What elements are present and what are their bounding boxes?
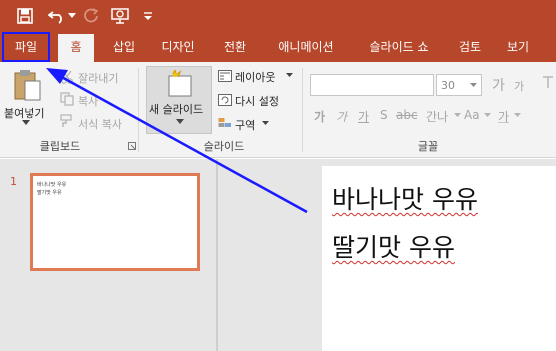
font-size-dropdown-icon[interactable]	[470, 83, 477, 88]
slide-canvas[interactable]: 바나나맛 우유 딸기맛 우유	[322, 166, 556, 351]
paste-dropdown-icon[interactable]	[22, 120, 30, 126]
save-icon[interactable]	[14, 5, 36, 27]
group-divider	[302, 68, 303, 152]
font-size-combobox[interactable]: 30	[436, 74, 482, 96]
ribbon-tabs: 파일 홈 삽입 디자인 전환 애니메이션 슬라이드 쇼 검토 보기	[0, 32, 556, 62]
undo-icon[interactable]	[46, 5, 68, 27]
paste-button[interactable]: 붙여넣기	[4, 105, 44, 121]
file-tab-highlight-box	[2, 32, 50, 62]
thumbnail-text-line: 바나나맛 우유	[37, 182, 67, 188]
paste-icon[interactable]	[10, 68, 50, 102]
font-color-button[interactable]: 가	[498, 108, 509, 125]
thumbnail-text-line: 딸기맛 우유	[37, 190, 62, 196]
reset-button[interactable]: 다시 설정	[235, 93, 279, 109]
layout-button[interactable]: 레이아웃	[235, 69, 275, 85]
tab-view[interactable]: 보기	[498, 32, 538, 62]
cut-icon	[60, 70, 74, 84]
tab-home[interactable]: 홈	[58, 34, 94, 62]
char-spacing-button[interactable]: 간나	[426, 108, 448, 125]
italic-button[interactable]: 가	[336, 108, 347, 125]
font-name-combobox[interactable]	[310, 74, 434, 96]
slide-text-line-1[interactable]: 바나나맛 우유	[332, 180, 478, 216]
shadow-button[interactable]: S	[380, 108, 388, 122]
tab-review[interactable]: 검토	[450, 32, 490, 62]
ribbon: 붙여넣기 잘라내기 복사 서식 복사 클립보드 새 슬라이드 레이아웃 다시 설…	[0, 62, 556, 158]
change-case-button[interactable]: Aa	[464, 108, 480, 122]
font-color-dropdown-icon[interactable]	[514, 113, 521, 118]
font-group-label: 글꼴	[417, 140, 439, 153]
new-slide-label: 새 슬라이드	[149, 103, 204, 116]
copy-icon	[60, 92, 74, 106]
reset-icon	[218, 94, 232, 106]
slide-number: 1	[10, 175, 17, 188]
quick-access-toolbar	[0, 0, 556, 32]
new-slide-icon	[167, 70, 193, 98]
tab-slideshow[interactable]: 슬라이드 쇼	[356, 32, 442, 62]
char-spacing-dropdown-icon[interactable]	[454, 113, 461, 118]
font-style-row: 가 가 가 S abc 간나 Aa 가	[312, 108, 552, 126]
layout-icon	[218, 70, 232, 82]
redo-icon[interactable]	[82, 5, 102, 27]
section-icon	[218, 117, 232, 129]
format-painter-icon	[60, 114, 74, 128]
tab-transitions[interactable]: 전환	[214, 32, 256, 62]
customize-icon[interactable]	[140, 5, 156, 27]
clear-formatting-icon[interactable]	[540, 74, 556, 96]
bold-button[interactable]: 가	[314, 108, 325, 125]
slides-group-label: 슬라이드	[203, 140, 245, 153]
underline-button[interactable]: 가	[358, 108, 369, 125]
undo-dropdown-icon[interactable]	[66, 5, 78, 27]
new-slide-button[interactable]: 새 슬라이드	[146, 66, 212, 134]
layout-dropdown-icon[interactable]	[286, 73, 293, 78]
font-size-value: 30	[441, 79, 455, 92]
clipboard-launcher-icon[interactable]	[128, 142, 136, 150]
strikethrough-button[interactable]: abc	[396, 108, 418, 122]
slide-text-line-2[interactable]: 딸기맛 우유	[332, 228, 455, 264]
tab-animations[interactable]: 애니메이션	[266, 32, 346, 62]
tab-design[interactable]: 디자인	[152, 32, 204, 62]
new-slide-dropdown-icon[interactable]	[176, 119, 184, 125]
present-icon[interactable]	[108, 5, 132, 27]
change-case-dropdown-icon[interactable]	[484, 113, 491, 118]
group-divider	[138, 68, 139, 152]
copy-button[interactable]: 복사	[78, 93, 98, 109]
grow-font-button[interactable]: 가	[492, 75, 505, 95]
section-dropdown-icon[interactable]	[262, 121, 269, 126]
section-button[interactable]: 구역	[235, 117, 255, 133]
tab-insert[interactable]: 삽입	[104, 32, 144, 62]
format-painter-button[interactable]: 서식 복사	[78, 116, 122, 132]
cut-button[interactable]: 잘라내기	[78, 70, 118, 86]
clipboard-group-label: 클립보드	[39, 140, 81, 153]
slide-thumbnail[interactable]: 바나나맛 우유 딸기맛 우유	[30, 173, 200, 271]
shrink-font-button[interactable]: 가	[514, 78, 524, 94]
